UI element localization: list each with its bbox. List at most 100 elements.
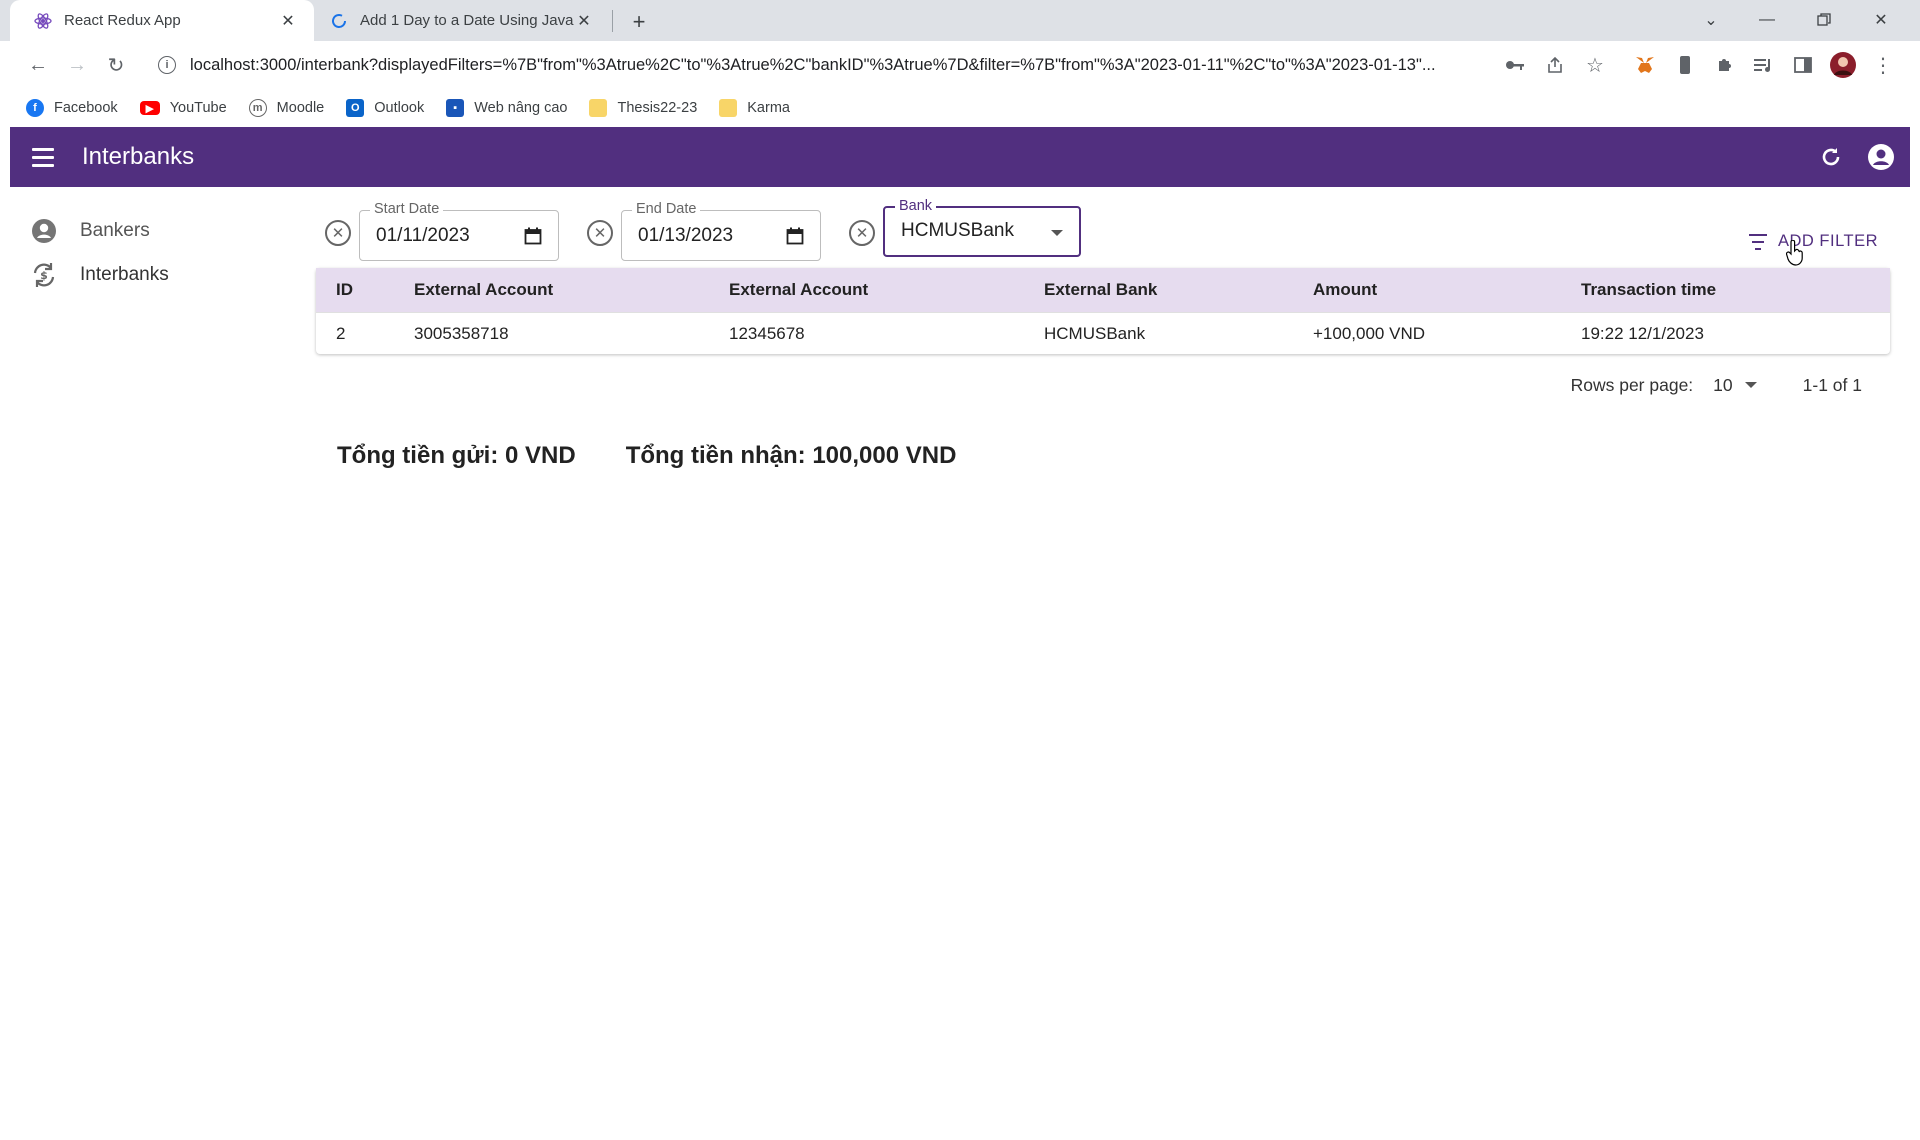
- hamburger-menu-icon[interactable]: [32, 143, 60, 171]
- start-date-field[interactable]: Start Date 01/11/2023: [359, 201, 559, 261]
- clear-start-date-icon[interactable]: ✕: [325, 220, 351, 246]
- loading-spinner-icon: [330, 12, 348, 30]
- screen: React Redux App ✕ Add 1 Day to a Date Us…: [0, 0, 1920, 1140]
- url-text: localhost:3000/interbank?displayedFilter…: [190, 55, 1436, 74]
- table-cell: 12345678: [729, 323, 805, 343]
- tab-separator: [612, 10, 613, 32]
- bookmark-web-nang-cao[interactable]: ▪ Web nâng cao: [446, 99, 567, 117]
- minimize-icon[interactable]: —: [1753, 6, 1781, 34]
- share-icon[interactable]: [1542, 52, 1568, 78]
- bookmark-karma[interactable]: Karma: [719, 99, 790, 117]
- youtube-icon: ▶: [139, 101, 160, 115]
- rows-per-page-label: Rows per page:: [1570, 374, 1694, 395]
- sidebar-item-label: Bankers: [80, 220, 150, 241]
- end-date-value: 01/13/2023: [638, 225, 734, 246]
- extension-icon[interactable]: [1672, 52, 1698, 78]
- chevron-down-icon: [1744, 382, 1757, 388]
- hand-cursor-icon: [1785, 239, 1804, 266]
- bookmark-thesis[interactable]: Thesis22-23: [589, 99, 697, 117]
- clear-bank-icon[interactable]: ✕: [849, 220, 875, 246]
- close-icon[interactable]: ✕: [278, 11, 298, 31]
- tab-search-chevron-icon[interactable]: ⌄: [1697, 6, 1725, 34]
- back-arrow-icon[interactable]: ←: [24, 51, 52, 79]
- page-title: Interbanks: [82, 143, 195, 170]
- reload-icon[interactable]: ↻: [102, 51, 130, 79]
- address-bar[interactable]: i localhost:3000/interbank?displayedFilt…: [146, 47, 1526, 83]
- calendar-icon[interactable]: [524, 227, 542, 245]
- window-close-icon[interactable]: ✕: [1867, 6, 1895, 34]
- bookmarks-bar: f Facebook ▶ YouTube m Moodle O Outlook …: [0, 89, 1920, 127]
- media-queue-icon[interactable]: [1750, 52, 1776, 78]
- side-panel-icon[interactable]: [1790, 52, 1816, 78]
- field-label: Start Date: [370, 201, 444, 217]
- rows-per-page-value: 10: [1713, 374, 1733, 395]
- table-row[interactable]: 2 3005358718 12345678 HCMUSBank +100,000…: [316, 312, 1890, 354]
- folder-icon: [719, 99, 738, 117]
- refresh-icon[interactable]: [1816, 142, 1846, 172]
- bookmark-youtube[interactable]: ▶ YouTube: [139, 100, 227, 116]
- column-header[interactable]: External Account: [414, 280, 729, 300]
- facebook-icon: f: [26, 99, 44, 117]
- column-header[interactable]: External Account: [729, 280, 1044, 300]
- bookmark-label: Web nâng cao: [474, 100, 568, 116]
- forward-arrow-icon[interactable]: →: [63, 51, 91, 79]
- site-info-icon[interactable]: i: [158, 56, 176, 74]
- more-menu-icon[interactable]: ⋮: [1870, 52, 1896, 78]
- column-header[interactable]: Amount: [1313, 280, 1581, 300]
- account-circle-icon[interactable]: [1866, 142, 1896, 172]
- totals: Tổng tiền gửi: 0 VND Tổng tiền nhận: 100…: [337, 442, 1006, 470]
- key-icon[interactable]: [1502, 52, 1528, 78]
- column-header[interactable]: External Bank: [1044, 280, 1313, 300]
- new-tab-plus-icon[interactable]: +: [627, 9, 651, 34]
- transactions-table: ID External Account External Account Ext…: [316, 268, 1890, 354]
- start-date-value: 01/11/2023: [376, 225, 470, 246]
- sidebar-item-label: Interbanks: [80, 264, 169, 285]
- outlook-icon: O: [346, 99, 365, 117]
- sidebar-item-bankers[interactable]: Bankers: [10, 209, 310, 253]
- table-cell: +100,000 VND: [1313, 323, 1425, 343]
- bookmark-label: YouTube: [169, 100, 227, 116]
- folder-icon: [589, 99, 608, 117]
- column-header[interactable]: ID: [316, 280, 414, 300]
- classroom-icon: ▪: [446, 99, 465, 117]
- pagination: Rows per page: 10 1-1 of 1: [316, 370, 1890, 400]
- browser-tab-active[interactable]: React Redux App ✕: [10, 0, 314, 41]
- close-icon[interactable]: ✕: [574, 11, 594, 31]
- bank-select-value: HCMUSBank: [901, 220, 1014, 241]
- bookmark-label: Karma: [747, 100, 790, 116]
- profile-avatar[interactable]: [1830, 52, 1856, 78]
- bookmark-moodle[interactable]: m Moodle: [248, 99, 325, 117]
- app-bar: Interbanks: [10, 127, 1910, 187]
- bookmark-facebook[interactable]: f Facebook: [26, 99, 118, 117]
- chevron-down-icon: [1051, 230, 1063, 236]
- bookmark-label: Thesis22-23: [617, 100, 698, 116]
- end-date-field[interactable]: End Date 01/13/2023: [621, 201, 821, 261]
- clear-end-date-icon[interactable]: ✕: [587, 220, 613, 246]
- bookmark-label: Facebook: [54, 100, 118, 116]
- add-filter-button[interactable]: ADD FILTER: [1748, 232, 1878, 251]
- table-cell: 2: [336, 323, 346, 343]
- calendar-icon[interactable]: [786, 227, 804, 245]
- svg-text:$: $: [40, 269, 48, 282]
- restore-icon[interactable]: [1810, 6, 1838, 34]
- column-header[interactable]: Transaction time: [1581, 280, 1881, 300]
- sidebar: Bankers $ Interbanks: [10, 187, 310, 1140]
- field-label: Bank: [895, 198, 937, 214]
- table-cell: HCMUSBank: [1044, 323, 1146, 343]
- tab-title: Add 1 Day to a Date Using JavaS: [360, 12, 574, 29]
- metamask-extension-icon[interactable]: [1632, 52, 1658, 78]
- bookmark-label: Outlook: [374, 100, 425, 116]
- rows-per-page-select[interactable]: 10: [1713, 374, 1757, 396]
- bank-select[interactable]: Bank HCMUSBank: [883, 198, 1081, 257]
- pagination-range: 1-1 of 1: [1802, 374, 1862, 395]
- total-sent: Tổng tiền gửi: 0 VND: [337, 442, 576, 469]
- bookmark-label: Moodle: [276, 100, 325, 116]
- browser-tab-inactive[interactable]: Add 1 Day to a Date Using JavaS ✕: [320, 0, 610, 41]
- bookmark-star-icon[interactable]: ☆: [1582, 52, 1608, 78]
- puzzle-extensions-icon[interactable]: [1712, 52, 1738, 78]
- bookmark-outlook[interactable]: O Outlook: [346, 99, 424, 117]
- account-circle-icon: [30, 217, 58, 245]
- sidebar-item-interbanks[interactable]: $ Interbanks: [10, 253, 310, 297]
- filter-icon: [1748, 233, 1768, 250]
- react-redux-favicon-icon: [34, 12, 52, 30]
